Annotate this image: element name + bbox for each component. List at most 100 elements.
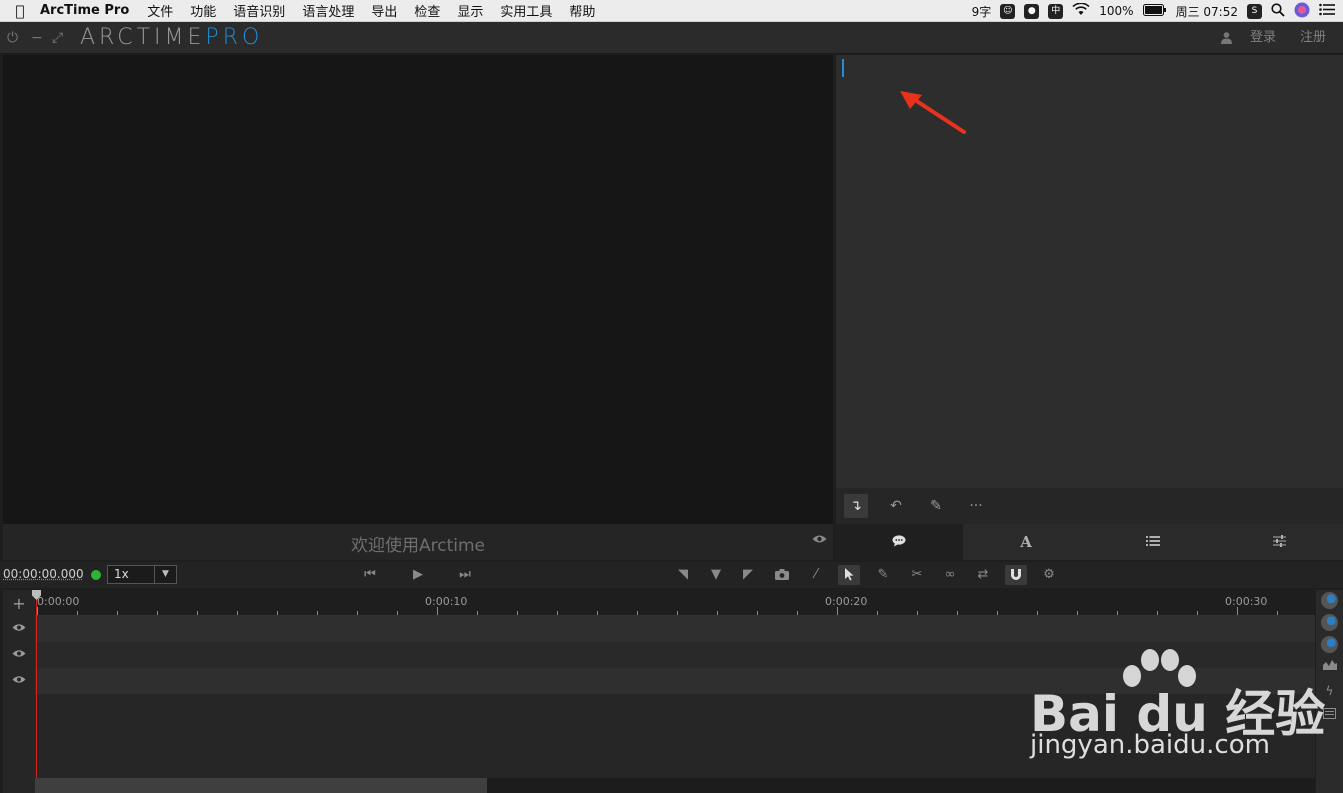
user-icon[interactable]: [1221, 22, 1232, 54]
clock[interactable]: 周三 07:52: [1176, 3, 1238, 20]
video-preview[interactable]: [3, 55, 833, 524]
ruler-tick: [77, 611, 78, 615]
eye-icon[interactable]: [812, 533, 827, 548]
ruler-tick: [197, 611, 198, 615]
previous-icon[interactable]: ⏮: [359, 565, 381, 585]
menu-function[interactable]: 功能: [190, 1, 216, 20]
ruler-tick: [837, 607, 838, 615]
swap-icon[interactable]: ⇄: [972, 565, 994, 585]
volume-knob-icon[interactable]: [1321, 592, 1338, 609]
edit-tool-icon[interactable]: ✎: [872, 565, 894, 585]
menu-display[interactable]: 显示: [457, 1, 483, 20]
ruler-tick: [677, 611, 678, 615]
undo-icon[interactable]: ↶: [884, 494, 908, 518]
more-icon[interactable]: ···: [964, 494, 988, 518]
menu-help[interactable]: 帮助: [569, 1, 595, 20]
tab-subtitle-text[interactable]: [836, 524, 963, 560]
ruler-label: 0:00:20: [825, 595, 868, 608]
menu-utilities[interactable]: 实用工具: [500, 1, 552, 20]
ruler-tick: [477, 611, 478, 615]
timecode-display[interactable]: 00:00:00.000: [3, 567, 84, 581]
ruler-tick: [557, 611, 558, 615]
minimize-icon[interactable]: −: [31, 22, 43, 54]
ruler-tick: [1157, 611, 1158, 615]
track-visibility-eye-icon[interactable]: [3, 673, 35, 688]
ruler-tick: [1197, 611, 1198, 615]
power-icon[interactable]: ⏻: [7, 22, 18, 54]
next-icon[interactable]: ⏭: [454, 565, 476, 585]
playback-speed-select[interactable]: 1x ▼: [107, 565, 177, 584]
scrollbar-thumb[interactable]: [35, 778, 487, 793]
scissors-icon[interactable]: ✂: [906, 565, 928, 585]
volume-knob-icon[interactable]: [1321, 614, 1338, 631]
emoji-icon[interactable]: ☺: [1000, 3, 1016, 19]
add-track-icon[interactable]: +: [3, 594, 35, 613]
ruler-label: 0:00:00: [37, 595, 80, 608]
logo-accent: PRO: [205, 25, 264, 50]
ruler-tick: [157, 611, 158, 615]
playhead[interactable]: [36, 592, 37, 778]
microphone-icon[interactable]: ●: [1024, 3, 1040, 19]
menu-speech-recognition[interactable]: 语音识别: [233, 1, 285, 20]
transport-toolbar: 00:00:00.000 1x ▼ ⏮ ▶ ⏭ ◥ ▼ ◤ ⁄ ✎ ✂ ∞ ⇄ …: [0, 562, 1343, 588]
menu-language-processing[interactable]: 语言处理: [302, 1, 354, 20]
wifi-icon[interactable]: [1072, 2, 1090, 19]
tab-subtitle-list[interactable]: [1089, 524, 1217, 560]
apple-icon[interactable]: : [0, 2, 40, 20]
magnet-icon[interactable]: [1005, 565, 1027, 585]
tab-font-style[interactable]: A: [962, 524, 1090, 560]
login-link[interactable]: 登录: [1250, 22, 1276, 54]
play-icon[interactable]: ▶: [407, 565, 429, 585]
track-visibility-eye-icon[interactable]: [3, 621, 35, 636]
magic-wand-icon[interactable]: ⁄: [805, 565, 827, 585]
ruler-tick: [517, 611, 518, 615]
timeline-track[interactable]: [35, 616, 1315, 642]
battery-percent: 100%: [1099, 4, 1134, 18]
video-caption-bar: 欢迎使用Arctime: [3, 524, 833, 560]
playback-speed-value: 1x: [114, 567, 129, 581]
camera-icon[interactable]: [771, 565, 793, 585]
tab-settings[interactable]: [1216, 524, 1343, 560]
menu-export[interactable]: 导出: [371, 1, 397, 20]
menu-file[interactable]: 文件: [147, 1, 173, 20]
chevron-down-icon[interactable]: ▼: [154, 566, 176, 583]
timeline-ruler[interactable]: 0:00:00 0:00:10 0:00:20 0:00:30: [35, 590, 1315, 616]
baidu-jingyan-watermark: Bai du 经验 jingyan.baidu.com: [1030, 646, 1330, 766]
app-menu[interactable]: ArcTime Pro: [40, 3, 129, 18]
menu-check[interactable]: 检查: [414, 1, 440, 20]
pointer-tool-icon[interactable]: [838, 565, 860, 585]
siri-icon[interactable]: [1294, 2, 1310, 21]
sliders-icon: [1273, 533, 1287, 551]
ruler-tick: [1237, 607, 1238, 615]
ruler-label: 0:00:30: [1225, 595, 1268, 608]
status-area: 9字 ☺ ● 中 100% 周三 07:52 S: [972, 0, 1335, 22]
sync-app-icon[interactable]: S: [1247, 3, 1262, 19]
ruler-tick: [597, 611, 598, 615]
gear-icon[interactable]: ⚙: [1038, 565, 1060, 585]
ruler-tick: [397, 611, 398, 615]
register-link[interactable]: 注册: [1300, 22, 1326, 54]
ruler-label: 0:00:10: [425, 595, 468, 608]
ruler-tick: [797, 611, 798, 615]
ime-chinese-indicator[interactable]: 中: [1048, 3, 1064, 19]
mark-out-icon[interactable]: ◤: [737, 565, 759, 585]
input-method-indicator[interactable]: 9字: [972, 3, 992, 20]
ruler-tick: [437, 607, 438, 615]
track-visibility-eye-icon[interactable]: [3, 647, 35, 662]
list-icon: [1145, 533, 1160, 551]
pencil-icon[interactable]: ✎: [924, 494, 948, 518]
mark-in-icon[interactable]: ◥: [672, 565, 694, 585]
search-icon[interactable]: [1271, 2, 1285, 20]
link-icon[interactable]: ∞: [939, 565, 961, 585]
mark-icon[interactable]: ▼: [705, 565, 727, 585]
notification-center-icon[interactable]: [1319, 3, 1335, 19]
text-cursor: [842, 59, 844, 77]
expand-icon[interactable]: ⤢: [52, 22, 63, 54]
insert-subtitle-icon[interactable]: ↴: [844, 494, 868, 518]
timeline-scrollbar[interactable]: [35, 778, 1315, 793]
subtitle-text-editor[interactable]: [836, 55, 1343, 488]
ruler-tick: [717, 611, 718, 615]
ruler-tick: [37, 607, 38, 615]
app-logo: ARCTIMEPRO: [80, 25, 263, 50]
battery-icon[interactable]: [1142, 3, 1167, 19]
